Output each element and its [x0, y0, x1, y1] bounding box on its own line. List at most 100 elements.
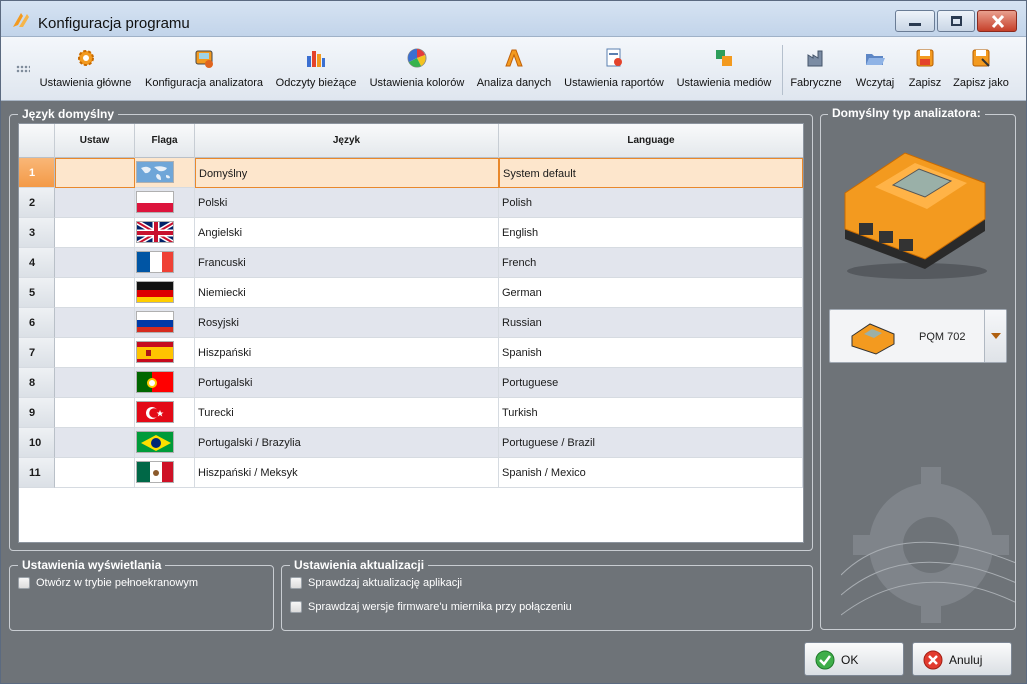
row-number[interactable]: 5: [19, 278, 55, 308]
row-number[interactable]: 8: [19, 368, 55, 398]
toolbar-color-settings[interactable]: Ustawienia kolorów: [367, 37, 467, 99]
language-name-pl[interactable]: Rosyjski: [195, 308, 499, 338]
table-row[interactable]: 9 Turecki Turkish: [19, 398, 803, 428]
minimize-button[interactable]: [895, 10, 935, 32]
language-name-en[interactable]: Turkish: [499, 398, 803, 428]
row-number[interactable]: 1: [19, 158, 55, 188]
toolbar-save-as[interactable]: Zapisz jako: [951, 37, 1011, 99]
language-name-en[interactable]: Spanish / Mexico: [499, 458, 803, 488]
language-name-pl[interactable]: Portugalski / Brazylia: [195, 428, 499, 458]
language-grid[interactable]: Ustaw Flaga Język Language 1 Domyślny Syst…: [18, 123, 804, 543]
table-row[interactable]: 4 Francuski French: [19, 248, 803, 278]
language-name-pl[interactable]: Hiszpański: [195, 338, 499, 368]
set-default-cell[interactable]: [55, 338, 135, 368]
set-default-cell[interactable]: [55, 218, 135, 248]
maximize-button[interactable]: [937, 10, 975, 32]
row-number[interactable]: 9: [19, 398, 55, 428]
set-default-cell[interactable]: [55, 428, 135, 458]
gears-icon: [77, 50, 94, 66]
language-name-en[interactable]: English: [499, 218, 803, 248]
close-button[interactable]: [977, 10, 1017, 32]
set-default-cell[interactable]: [55, 368, 135, 398]
flag-cell: [135, 278, 195, 308]
table-row[interactable]: 3 Angielski English: [19, 218, 803, 248]
flag-cell: [135, 248, 195, 278]
row-number[interactable]: 3: [19, 218, 55, 248]
language-name-pl[interactable]: Hiszpański / Meksyk: [195, 458, 499, 488]
language-name-en[interactable]: Portuguese / Brazil: [499, 428, 803, 458]
language-name-pl[interactable]: Portugalski: [195, 368, 499, 398]
set-default-cell[interactable]: [55, 398, 135, 428]
set-default-cell[interactable]: [55, 158, 135, 188]
check-firmware-checkbox[interactable]: [290, 601, 302, 613]
save-as-icon: [972, 49, 990, 67]
save-icon: [916, 49, 934, 67]
language-name-pl[interactable]: Angielski: [195, 218, 499, 248]
column-header-ustaw[interactable]: Ustaw: [55, 124, 135, 158]
table-row[interactable]: 1 Domyślny System default: [19, 158, 803, 188]
language-name-en[interactable]: Portuguese: [499, 368, 803, 398]
table-row[interactable]: 6 Rosyjski Russian: [19, 308, 803, 338]
set-default-cell[interactable]: [55, 278, 135, 308]
analyzer-type-dropdown-button[interactable]: [984, 310, 1006, 362]
language-name-pl[interactable]: Polski: [195, 188, 499, 218]
language-name-en[interactable]: Russian: [499, 308, 803, 338]
row-number[interactable]: 10: [19, 428, 55, 458]
load-icon: [866, 54, 885, 65]
toolbar-data-analysis[interactable]: Analiza danych: [475, 37, 553, 99]
flag-cell: [135, 368, 195, 398]
set-default-cell[interactable]: [55, 458, 135, 488]
toolbar-save[interactable]: Zapisz: [905, 37, 945, 99]
language-name-pl[interactable]: Niemiecki: [195, 278, 499, 308]
language-name-pl[interactable]: Domyślny: [195, 158, 499, 188]
toolbar-analyzer-config[interactable]: Konfiguracja analizatora: [143, 37, 265, 99]
language-name-en[interactable]: German: [499, 278, 803, 308]
row-number[interactable]: 6: [19, 308, 55, 338]
app-logo-icon: [13, 13, 29, 27]
toolbar-current-readings[interactable]: Odczyty bieżące: [273, 37, 359, 99]
toolbar-grip-icon[interactable]: [16, 65, 30, 73]
set-default-cell[interactable]: [55, 248, 135, 278]
table-row[interactable]: 2 Polski Polish: [19, 188, 803, 218]
language-name-en[interactable]: Polish: [499, 188, 803, 218]
cancel-button[interactable]: Anuluj: [912, 642, 1012, 676]
fullscreen-checkbox[interactable]: [18, 577, 30, 589]
brazil-flag-icon: [136, 431, 174, 453]
row-number[interactable]: 11: [19, 458, 55, 488]
table-row[interactable]: 11 Hiszpański / Meksyk Spanish / Mexico: [19, 458, 803, 488]
column-header-flaga[interactable]: Flaga: [135, 124, 195, 158]
column-header-language[interactable]: Language: [499, 124, 803, 158]
table-row[interactable]: 7 Hiszpański Spanish: [19, 338, 803, 368]
toolbar-report-settings[interactable]: Ustawienia raportów: [561, 37, 667, 99]
row-number[interactable]: 2: [19, 188, 55, 218]
flag-cell: [135, 338, 195, 368]
table-row[interactable]: 10 Portugalski / Brazylia Portuguese / Bra…: [19, 428, 803, 458]
toolbar-main-settings[interactable]: Ustawienia główne: [37, 37, 134, 99]
checkmark-icon: [815, 650, 835, 670]
table-row[interactable]: 5 Niemiecki German: [19, 278, 803, 308]
gear-background-decoration: [841, 467, 1015, 623]
row-number[interactable]: 4: [19, 248, 55, 278]
language-name-pl[interactable]: Francuski: [195, 248, 499, 278]
fullscreen-label: Otwórz w trybie pełnoekranowym: [36, 577, 199, 589]
flag-cell: [135, 458, 195, 488]
language-name-en[interactable]: System default: [499, 158, 803, 188]
toolbar-media-settings[interactable]: Ustawienia mediów: [675, 37, 773, 99]
language-name-en[interactable]: French: [499, 248, 803, 278]
analyzer-type-combo[interactable]: PQM 702: [829, 309, 1007, 363]
column-header-jezyk[interactable]: Język: [195, 124, 499, 158]
ok-button[interactable]: OK: [804, 642, 904, 676]
russia-flag-icon: [136, 311, 174, 333]
language-name-en[interactable]: Spanish: [499, 338, 803, 368]
set-default-cell[interactable]: [55, 188, 135, 218]
toolbar-factory-defaults[interactable]: Fabryczne: [787, 37, 845, 99]
report-icon: [606, 48, 622, 67]
toolbar-load[interactable]: Wczytaj: [852, 37, 898, 99]
table-row[interactable]: 8 Portugalski Portuguese: [19, 368, 803, 398]
language-name-pl[interactable]: Turecki: [195, 398, 499, 428]
uk-flag-icon: [136, 221, 174, 243]
check-app-update-checkbox[interactable]: [290, 577, 302, 589]
set-default-cell[interactable]: [55, 308, 135, 338]
row-number[interactable]: 7: [19, 338, 55, 368]
world-map-flag-icon: [136, 161, 174, 183]
